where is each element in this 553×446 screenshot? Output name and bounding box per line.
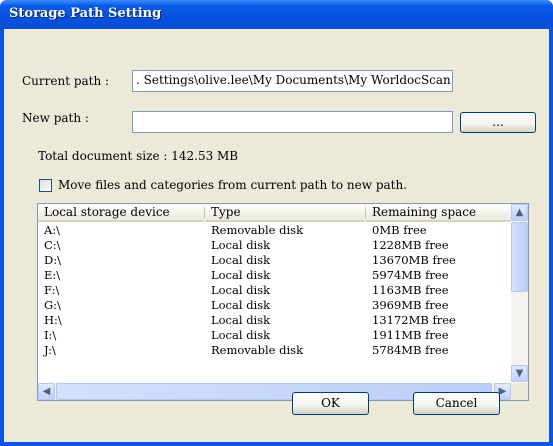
list-item[interactable]: G:\ Local disk 3969MB free xyxy=(38,298,511,313)
dialog-body: Current path : . Settings\olive.lee\My D… xyxy=(4,29,549,442)
move-files-checkbox[interactable] xyxy=(39,179,52,192)
browse-button-label: ... xyxy=(492,115,504,129)
list-cell-space: 5974MB free xyxy=(372,268,449,282)
scroll-up-icon[interactable]: ▲ xyxy=(511,204,528,221)
current-path-field: . Settings\olive.lee\My Documents\My Wor… xyxy=(132,70,453,92)
list-cell-space: 13670MB free xyxy=(372,253,456,267)
new-path-label: New path : xyxy=(22,111,89,125)
column-header-device[interactable]: Local storage device xyxy=(38,204,204,222)
cancel-button-label: Cancel xyxy=(435,396,478,410)
list-cell-type: Local disk xyxy=(211,268,271,282)
list-cell-device: G:\ xyxy=(44,298,61,312)
list-cell-device: D:\ xyxy=(44,253,61,267)
list-cell-space: 0MB free xyxy=(372,223,427,237)
column-header-remaining-space[interactable]: Remaining space xyxy=(366,204,513,222)
list-item[interactable]: F:\ Local disk 1163MB free xyxy=(38,283,511,298)
cancel-button[interactable]: Cancel xyxy=(413,392,500,415)
list-cell-space: 13172MB free xyxy=(372,313,456,327)
list-item[interactable]: E:\ Local disk 5974MB free xyxy=(38,268,511,283)
list-cell-type: Local disk xyxy=(211,238,271,252)
scroll-left-icon[interactable]: ◀ xyxy=(38,383,55,400)
list-cell-space: 1911MB free xyxy=(372,328,449,342)
list-cell-device: I:\ xyxy=(44,328,57,342)
move-files-label[interactable]: Move files and categories from current p… xyxy=(58,178,407,192)
list-item[interactable]: A:\ Removable disk 0MB free xyxy=(38,223,511,238)
list-item[interactable]: J:\ Removable disk 5784MB free xyxy=(38,343,511,358)
column-header-type[interactable]: Type xyxy=(205,204,365,222)
vertical-scrollbar[interactable]: ▲ ▼ xyxy=(511,204,528,382)
title-bar[interactable]: Storage Path Setting xyxy=(0,0,553,29)
list-cell-device: F:\ xyxy=(44,283,60,297)
list-cell-type: Local disk xyxy=(211,298,271,312)
list-item[interactable]: C:\ Local disk 1228MB free xyxy=(38,238,511,253)
list-cell-space: 5784MB free xyxy=(372,343,449,357)
list-cell-type: Local disk xyxy=(211,283,271,297)
list-cell-space: 1228MB free xyxy=(372,238,449,252)
current-path-label: Current path : xyxy=(22,74,110,88)
list-cell-device: E:\ xyxy=(44,268,61,282)
dialog-title: Storage Path Setting xyxy=(9,6,162,21)
list-item[interactable]: D:\ Local disk 13670MB free xyxy=(38,253,511,268)
list-cell-device: A:\ xyxy=(44,223,61,237)
list-cell-type: Removable disk xyxy=(211,343,304,357)
list-cell-device: C:\ xyxy=(44,238,61,252)
list-cell-type: Removable disk xyxy=(211,223,304,237)
total-document-size: Total document size : 142.53 MB xyxy=(38,149,239,163)
list-cell-type: Local disk xyxy=(211,328,271,342)
list-cell-device: J:\ xyxy=(44,343,56,357)
list-cell-type: Local disk xyxy=(211,253,271,267)
list-cell-space: 3969MB free xyxy=(372,298,449,312)
list-cell-type: Local disk xyxy=(211,313,271,327)
ok-button-label: OK xyxy=(321,396,340,410)
vertical-scroll-thumb[interactable] xyxy=(511,222,528,292)
storage-device-list[interactable]: Local storage device Type Remaining spac… xyxy=(37,203,529,401)
scrollbar-corner xyxy=(511,383,528,400)
ok-button[interactable]: OK xyxy=(292,392,369,415)
list-cell-space: 1163MB free xyxy=(372,283,449,297)
new-path-input[interactable] xyxy=(132,111,453,133)
browse-button[interactable]: ... xyxy=(460,112,536,133)
list-item[interactable]: I:\ Local disk 1911MB free xyxy=(38,328,511,343)
list-item[interactable]: H:\ Local disk 13172MB free xyxy=(38,313,511,328)
storage-path-dialog: Storage Path Setting Current path : . Se… xyxy=(0,0,553,446)
list-cell-device: H:\ xyxy=(44,313,62,327)
scroll-down-icon[interactable]: ▼ xyxy=(511,365,528,382)
